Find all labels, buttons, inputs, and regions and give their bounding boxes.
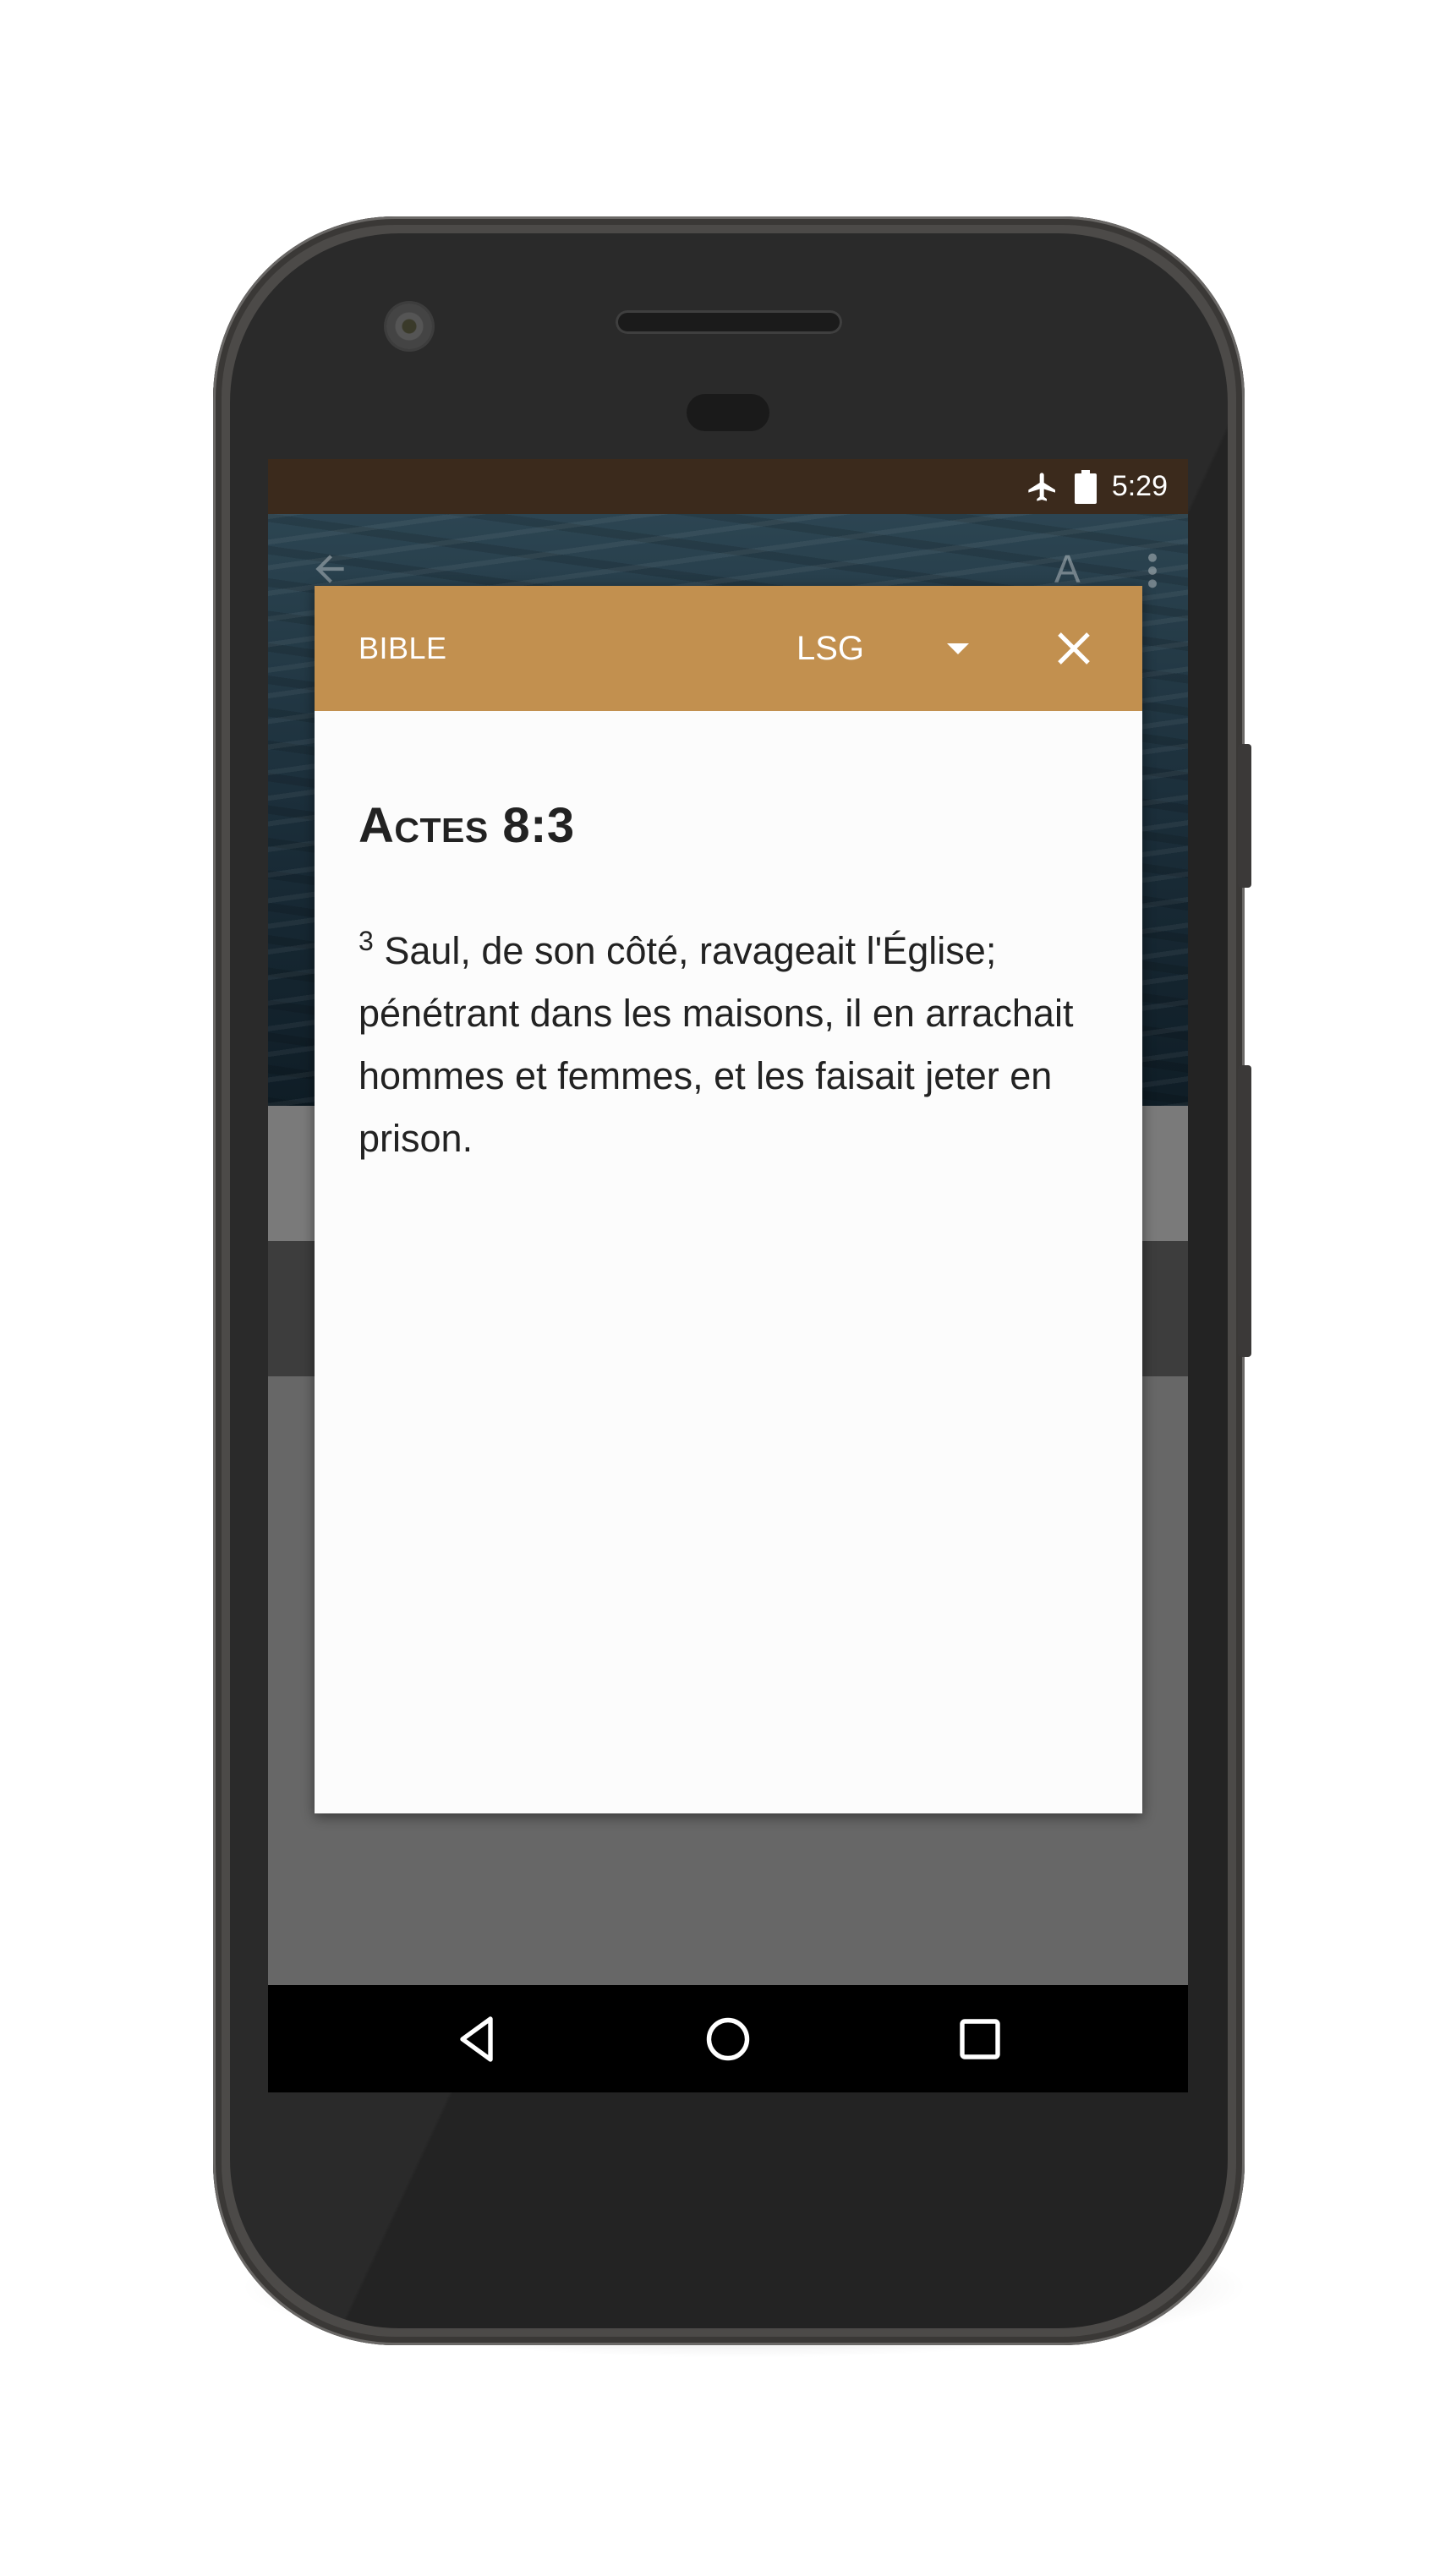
version-selector[interactable]: LSG <box>796 586 864 711</box>
text-size-icon[interactable]: A <box>1054 546 1081 592</box>
status-bar: 5:29 <box>268 459 1188 514</box>
screen: 5:29 A BIBLE LSG Actes 8:3 3 Saul, de so… <box>268 459 1188 2092</box>
more-vert-icon[interactable] <box>1146 551 1159 590</box>
verse-text-block: 3 Saul, de son côté, ravageait l'Église;… <box>359 920 1103 1170</box>
navigation-bar <box>268 1985 1188 2092</box>
verse-number: 3 <box>359 926 374 956</box>
verse-dialog: BIBLE LSG Actes 8:3 3 Saul, de son côté,… <box>315 586 1142 1813</box>
verse-reference: Actes 8:3 <box>359 798 575 853</box>
clock: 5:29 <box>1111 470 1168 502</box>
back-triangle-icon[interactable] <box>447 2009 508 2070</box>
recents-square-icon[interactable] <box>950 2009 1010 2070</box>
battery-icon <box>1074 469 1097 504</box>
dialog-header: BIBLE LSG <box>315 586 1142 711</box>
verse-text: Saul, de son côté, ravageait l'Église; p… <box>359 929 1074 1160</box>
dialog-content: Actes 8:3 3 Saul, de son côté, ravageait… <box>359 797 1103 1170</box>
dialog-title: BIBLE <box>359 631 447 665</box>
status-icons: 5:29 <box>1026 459 1168 514</box>
caret-down-icon[interactable] <box>947 643 969 654</box>
back-arrow-icon[interactable] <box>309 548 351 590</box>
airplane-mode-icon <box>1028 472 1055 501</box>
volume-button <box>1238 1065 1251 1357</box>
home-circle-icon[interactable] <box>698 2009 758 2070</box>
proximity-sensor <box>687 394 769 431</box>
earpiece-speaker <box>616 310 842 334</box>
front-camera <box>386 304 432 349</box>
power-button <box>1238 744 1251 888</box>
close-icon[interactable] <box>1052 626 1096 670</box>
